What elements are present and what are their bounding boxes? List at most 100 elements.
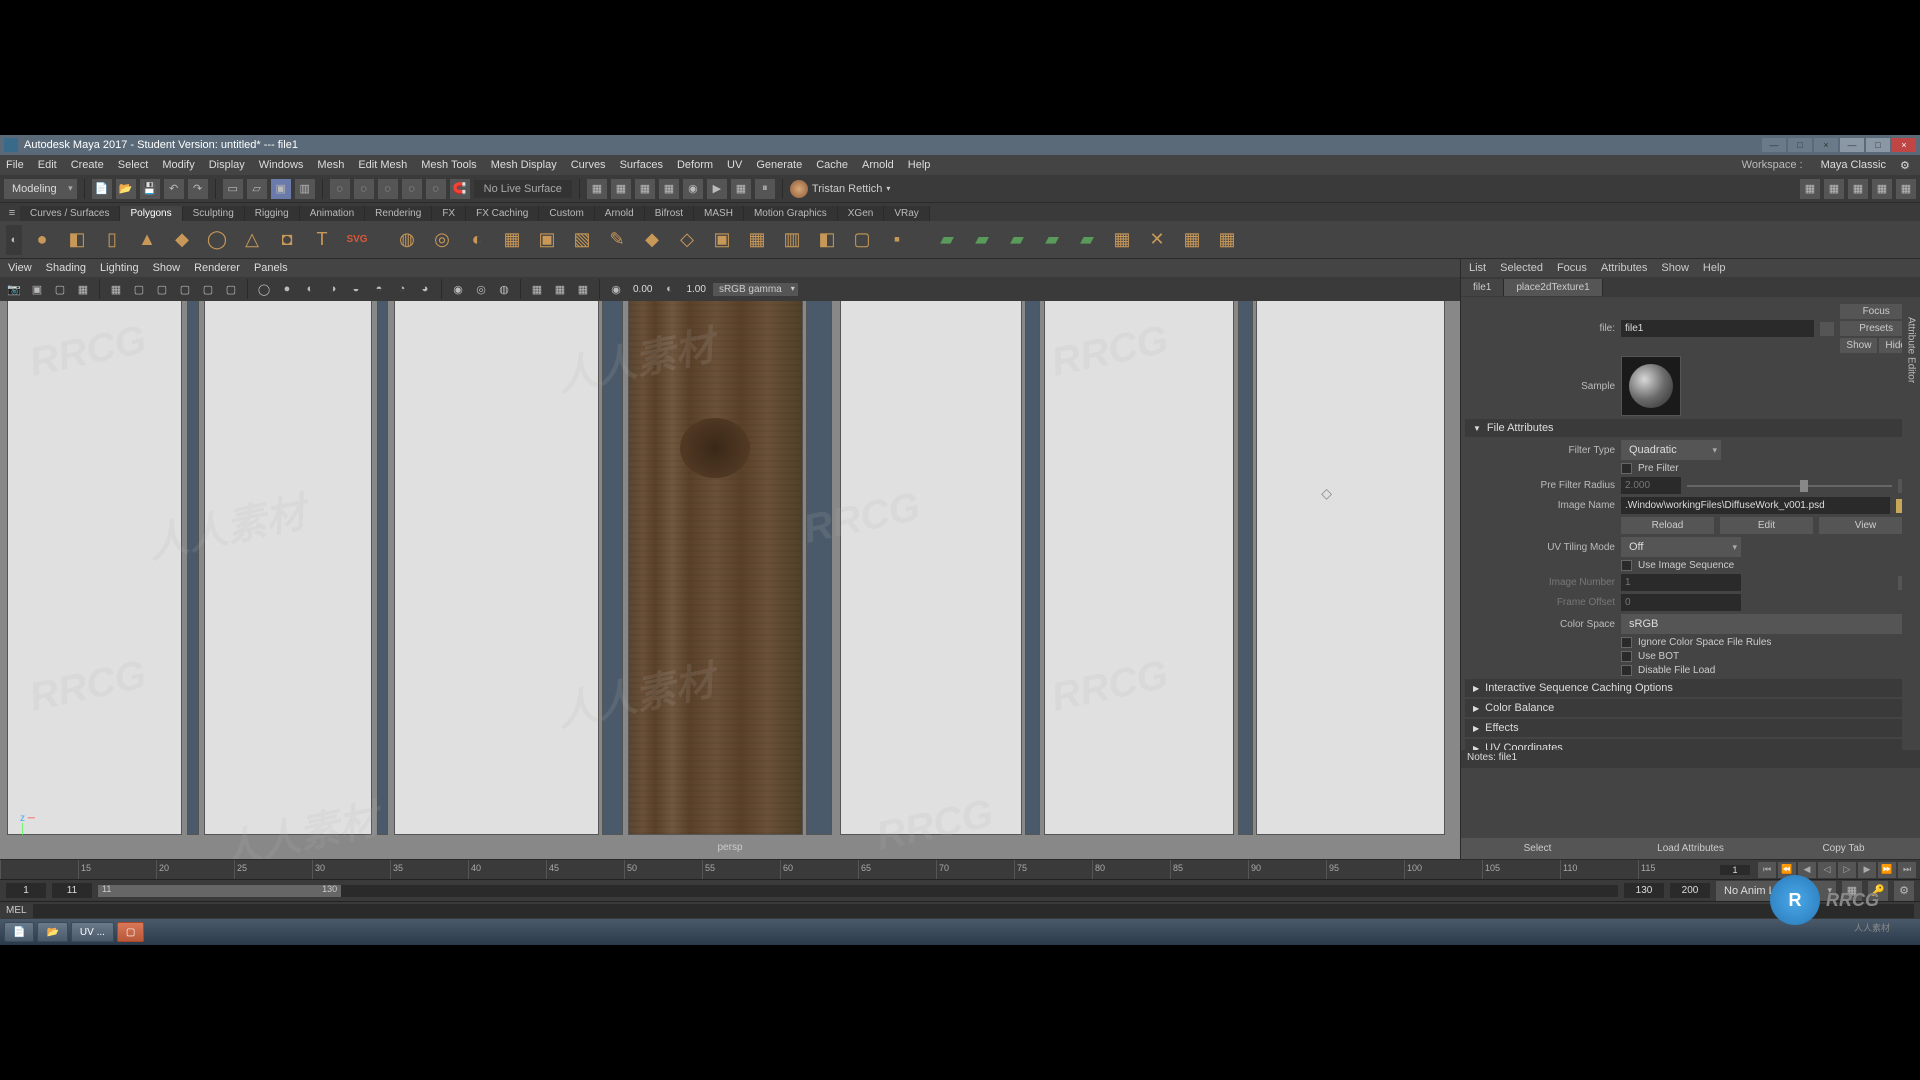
autokey-icon[interactable]: 🔑 [1868,881,1888,901]
ae-menu-show[interactable]: Show [1661,262,1689,274]
step-back-key-icon[interactable]: ⏪ [1778,862,1796,878]
range-start-inner[interactable] [52,883,92,898]
image-name-field[interactable] [1621,497,1890,514]
open-scene-icon[interactable]: 📂 [116,179,136,199]
shelf-tab-animation[interactable]: Animation [300,206,365,221]
menu-select[interactable]: Select [118,159,149,171]
file-name-field[interactable] [1621,320,1814,337]
menu-create[interactable]: Create [71,159,104,171]
range-end-outer[interactable] [1670,883,1710,898]
menu-mesh[interactable]: Mesh [317,159,344,171]
panel-layout-icon-2[interactable]: ▦ [1824,179,1844,199]
shelf-tab-fxcaching[interactable]: FX Caching [466,206,539,221]
select-mode-icon[interactable]: ▥ [295,179,315,199]
maximize-button-2[interactable]: □ [1788,138,1812,152]
shelf-menu-icon[interactable]: ≡ [4,205,20,221]
close-button[interactable]: × [1892,138,1916,152]
menu-deform[interactable]: Deform [677,159,713,171]
shelf-tab-vray[interactable]: VRay [884,206,929,221]
range-track[interactable]: 11130 [98,885,1618,897]
ch-icon-4[interactable]: ▦ [659,179,679,199]
menu-arnold[interactable]: Arnold [862,159,894,171]
section-file-attributes[interactable]: ▼File Attributes [1465,419,1912,437]
menu-display[interactable]: Display [209,159,245,171]
bevel-icon[interactable]: ▧ [567,225,597,255]
vp-color-icon[interactable]: ◉ [606,279,626,299]
view-button[interactable]: View [1819,517,1912,534]
go-end-icon[interactable]: ⏭ [1898,862,1916,878]
use-image-seq-checkbox[interactable] [1621,560,1632,571]
workspace-name[interactable]: Maya Classic [1821,159,1886,171]
vp-menu-shading[interactable]: Shading [46,262,86,274]
poly-pyramid-icon[interactable]: △ [237,225,267,255]
ae-menu-attributes[interactable]: Attributes [1601,262,1647,274]
ae-menu-selected[interactable]: Selected [1500,262,1543,274]
select-tool-icon[interactable]: ▭ [223,179,243,199]
save-scene-icon[interactable]: 💾 [140,179,160,199]
menu-modify[interactable]: Modify [162,159,194,171]
time-slider[interactable]: 15 20 25 30 35 40 45 50 55 60 65 70 75 8… [0,859,1920,879]
vp-isolate-icon[interactable]: ◉ [448,279,468,299]
combine-icon[interactable]: ◍ [392,225,422,255]
section-interactive-caching[interactable]: ▶Interactive Sequence Caching Options [1465,679,1912,697]
vp-grid-icon[interactable]: ▦ [106,279,126,299]
panel-layout-icon-3[interactable]: ▦ [1848,179,1868,199]
shelf-tab-motion[interactable]: Motion Graphics [744,206,838,221]
section-uv-coordinates[interactable]: ▶UV Coordinates [1465,739,1912,750]
snap-point-icon[interactable]: ◌ [378,179,398,199]
lasso-tool-icon[interactable]: ▱ [247,179,267,199]
menu-surfaces[interactable]: Surfaces [620,159,663,171]
taskbar-item-2[interactable]: 📂 [37,922,67,942]
pre-filter-radius-slider[interactable] [1687,485,1892,487]
show-button[interactable]: Show [1840,338,1877,353]
vp-menu-view[interactable]: View [8,262,32,274]
menu-edit[interactable]: Edit [38,159,57,171]
poly-cone-icon[interactable]: ▲ [132,225,162,255]
vp-shadow-icon[interactable]: ◒ [346,279,366,299]
quad-draw-icon[interactable]: ◧ [812,225,842,255]
vp-light-icon[interactable]: ◑ [323,279,343,299]
mirror-icon[interactable]: ▣ [707,225,737,255]
vp-gamma-icon[interactable]: ▦ [550,279,570,299]
section-color-balance[interactable]: ▶Color Balance [1465,699,1912,717]
user-account[interactable]: Tristan Rettich ▾ [790,180,891,198]
shelf-tab-xgen[interactable]: XGen [838,206,885,221]
vp-film-gate-icon[interactable]: ▢ [129,279,149,299]
range-end-inner[interactable] [1624,883,1664,898]
uv-unfold-icon[interactable]: ▦ [1177,225,1207,255]
close-button-2[interactable]: × [1814,138,1838,152]
poly-type-icon[interactable]: T [307,225,337,255]
use-bot-checkbox[interactable] [1621,651,1632,662]
snap-grid-icon[interactable]: ◌ [330,179,350,199]
vp-gamma-btn-icon[interactable]: ◐ [659,279,679,299]
ipr-icon[interactable]: ▶ [707,179,727,199]
poly-svg-icon[interactable]: SVG [342,225,372,255]
menu-cache[interactable]: Cache [816,159,848,171]
notes-area[interactable] [1461,768,1920,838]
prefs-icon[interactable]: ⚙ [1894,881,1914,901]
sample-swatch[interactable] [1621,356,1681,416]
minimize-button[interactable]: — [1840,138,1864,152]
reload-button[interactable]: Reload [1621,517,1714,534]
menu-windows[interactable]: Windows [259,159,304,171]
vp-menu-lighting[interactable]: Lighting [100,262,139,274]
vp-view-transform-dropdown[interactable]: sRGB gamma [713,283,798,296]
ch-icon-2[interactable]: ▦ [611,179,631,199]
script-lang[interactable]: MEL [6,905,27,916]
panel-layout-icon-5[interactable]: ▦ [1896,179,1916,199]
image-number-field[interactable] [1621,574,1741,591]
render-icon[interactable]: ◉ [683,179,703,199]
smooth-icon[interactable]: ◇ [672,225,702,255]
uv-layout-icon[interactable]: ✕ [1142,225,1172,255]
load-attributes-button[interactable]: Load Attributes [1614,838,1767,859]
vp-exposure-icon[interactable]: ▦ [527,279,547,299]
pre-filter-radius-field[interactable] [1621,477,1681,494]
vp-xray-icon[interactable]: ◎ [471,279,491,299]
shelf-tab-arnold[interactable]: Arnold [595,206,645,221]
snap-curve-icon[interactable]: ◌ [354,179,374,199]
uv-cyl-icon[interactable]: ▰ [967,225,997,255]
vp-ao-icon[interactable]: ◓ [369,279,389,299]
current-frame-field[interactable]: 1 [1720,865,1750,875]
separate-icon[interactable]: ◎ [427,225,457,255]
crease-icon[interactable]: ▥ [777,225,807,255]
